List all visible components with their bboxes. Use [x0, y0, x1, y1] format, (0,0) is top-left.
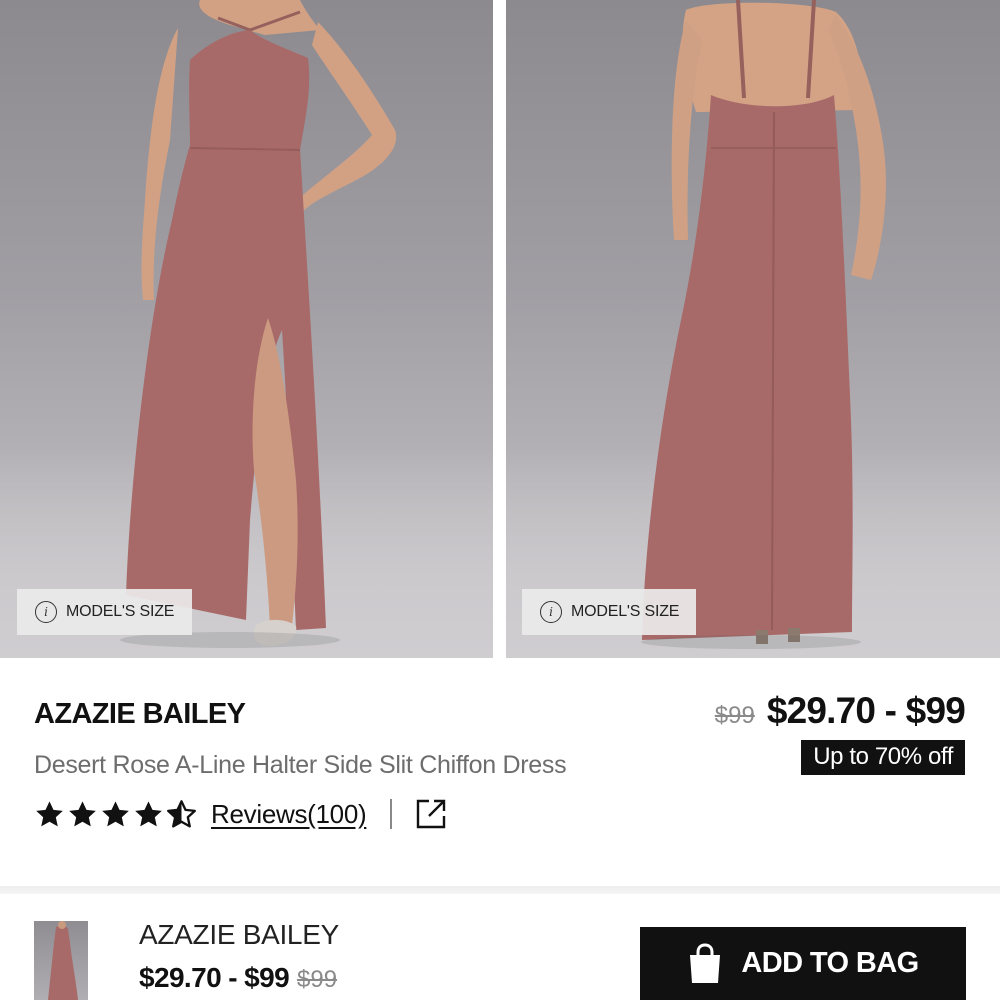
star-full-icon [69, 800, 96, 826]
sticky-purchase-bar: AZAZIE BAILEY $29.70 - $99 $99 ADD TO BA… [0, 894, 1000, 1000]
product-thumbnail[interactable] [34, 921, 88, 1000]
share-external-icon[interactable] [414, 797, 448, 831]
star-full-icon [102, 800, 129, 826]
sticky-price: $29.70 - $99 $99 [139, 962, 337, 994]
reviews-link[interactable]: Reviews(100) [211, 799, 367, 830]
star-rating [34, 799, 197, 830]
model-front-illustration [120, 0, 397, 648]
add-to-bag-label: ADD TO BAG [741, 947, 919, 979]
sticky-product-brand: AZAZIE BAILEY [139, 919, 339, 950]
price-block: $99 $29.70 - $99 [714, 690, 966, 732]
shopping-bag-icon [690, 942, 721, 983]
divider [390, 799, 393, 829]
thumbnail-illustration [48, 921, 78, 1000]
product-image-back[interactable]: i MODEL'S SIZE [506, 0, 1000, 658]
star-full-icon [36, 800, 63, 826]
rating-row: Reviews(100) [34, 794, 448, 834]
star-full-icon [135, 800, 162, 826]
product-brand-title: AZAZIE BAILEY [34, 698, 246, 730]
product-image-front[interactable]: i MODEL'S SIZE [0, 0, 493, 658]
section-divider [0, 886, 1000, 894]
add-to-bag-button[interactable]: ADD TO BAG [640, 927, 966, 1000]
models-size-tag-front[interactable]: i MODEL'S SIZE [17, 589, 192, 635]
product-gallery: i MODEL'S SIZE i MODEL'S SIZE [0, 0, 1000, 658]
info-icon: i [540, 601, 562, 623]
models-size-label: MODEL'S SIZE [571, 603, 680, 620]
model-back-illustration [641, 0, 886, 649]
original-price: $99 [714, 702, 755, 729]
models-size-label: MODEL'S SIZE [66, 603, 175, 620]
sticky-original-price: $99 [297, 966, 338, 993]
product-info-section: AZAZIE BAILEY Desert Rose A-Line Halter … [0, 658, 1000, 886]
discount-badge: Up to 70% off [801, 740, 965, 775]
product-subtitle: Desert Rose A-Line Halter Side Slit Chif… [34, 751, 567, 779]
sale-price-range: $29.70 - $99 [766, 690, 966, 731]
sticky-sale-price-range: $29.70 - $99 [139, 962, 290, 993]
info-icon: i [35, 601, 57, 623]
star-half-icon [167, 799, 196, 828]
models-size-tag-back[interactable]: i MODEL'S SIZE [522, 589, 696, 635]
